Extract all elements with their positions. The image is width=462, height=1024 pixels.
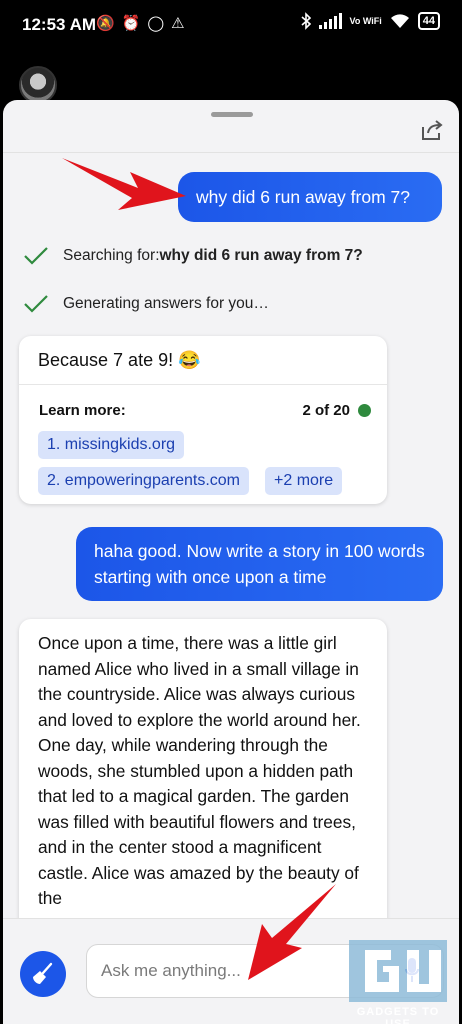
chat-sheet: why did 6 run away from 7? Searching for… — [3, 100, 459, 1024]
broom-icon — [33, 962, 53, 984]
warning-icon: ⚠ — [171, 15, 185, 32]
share-icon[interactable] — [419, 118, 445, 142]
check-icon — [24, 295, 48, 313]
avatar[interactable] — [19, 66, 57, 104]
bluetooth-icon — [300, 12, 311, 30]
status-dot — [358, 404, 371, 417]
vowifi-label: Vo WiFi — [349, 15, 382, 26]
story-text: Once upon a time, there was a little gir… — [38, 633, 361, 908]
annotation-arrow-bottom — [248, 884, 336, 980]
answer-text: Because 7 ate 9! 😂 — [38, 350, 201, 370]
user-message: why did 6 run away from 7? — [178, 172, 442, 222]
mute-icon: 🔕 — [96, 15, 115, 32]
response-count: 2 of 20 — [302, 402, 371, 419]
card-divider — [19, 384, 387, 385]
status-icons-right: Vo WiFi 44 — [300, 12, 440, 30]
search-status-query: why did 6 run away from 7? — [159, 247, 363, 264]
watermark-text: GADGETS TO USE — [356, 1006, 440, 1024]
learn-more-label: Learn more: — [39, 402, 126, 419]
generating-status: Generating answers for you… — [23, 294, 269, 314]
answer-card: Because 7 ate 9! 😂 Learn more: 2 of 20 1… — [19, 336, 387, 504]
alarm-icon: ⏰ — [121, 15, 141, 32]
generating-status-text: Generating answers for you… — [63, 295, 269, 312]
status-time: 12:53 AM — [22, 15, 97, 34]
wifi-icon — [390, 14, 409, 28]
search-status: Searching for: why did 6 run away from 7… — [23, 246, 363, 266]
status-bar: 12:53 AM 🔕 ⏰ ◯ ⚠ Vo WiFi 44 — [0, 0, 462, 52]
watermark-logo — [349, 940, 447, 1002]
watermark: GADGETS TO USE — [343, 940, 453, 1024]
source-link[interactable]: 1. missingkids.org — [38, 431, 185, 459]
more-sources-button[interactable]: +2 more — [265, 467, 343, 495]
drag-handle[interactable] — [211, 112, 253, 117]
source-link[interactable]: 2. empoweringparents.com — [38, 467, 249, 495]
user-message: haha good. Now write a story in 100 word… — [76, 527, 443, 601]
battery-indicator: 44 — [417, 12, 440, 30]
check-icon — [24, 247, 48, 265]
signal-icon — [318, 13, 342, 29]
response-count-text: 2 of 20 — [302, 402, 350, 419]
status-icons-left: 🔕 ⏰ ◯ ⚠ — [96, 14, 185, 34]
new-topic-button[interactable] — [20, 951, 66, 997]
search-status-prefix: Searching for: — [63, 247, 160, 264]
annotation-arrow-top — [62, 158, 186, 210]
whatsapp-icon: ◯ — [147, 15, 165, 32]
